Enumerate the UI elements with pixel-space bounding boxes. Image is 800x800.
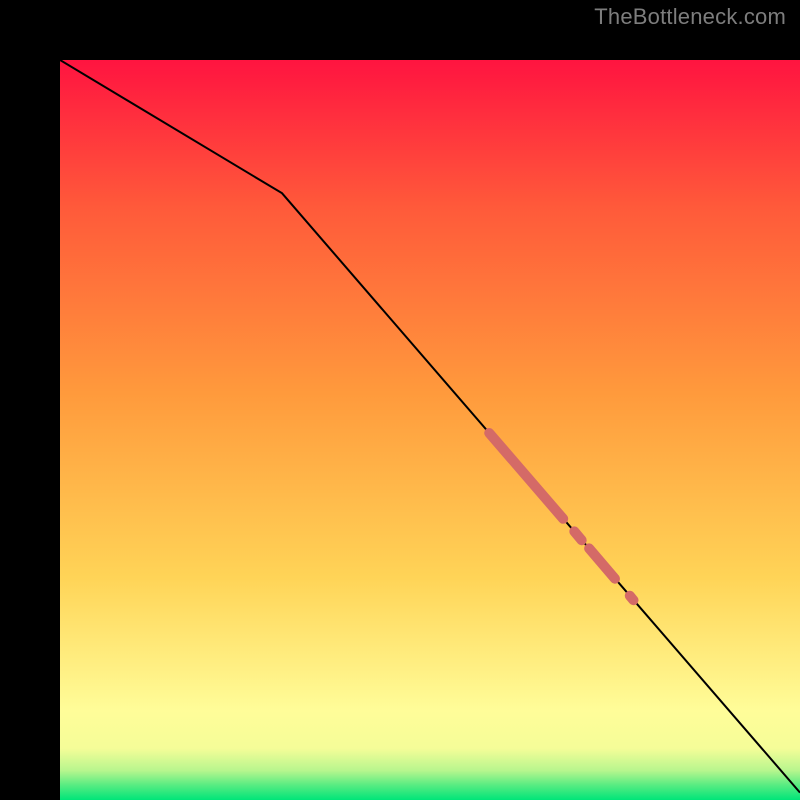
gradient-background [60,60,800,800]
highlight-dot-a [574,531,581,540]
plot-area [30,30,770,770]
highlight-dot-c [630,596,634,600]
attribution-text: TheBottleneck.com [594,4,786,30]
chart-svg [60,60,800,800]
